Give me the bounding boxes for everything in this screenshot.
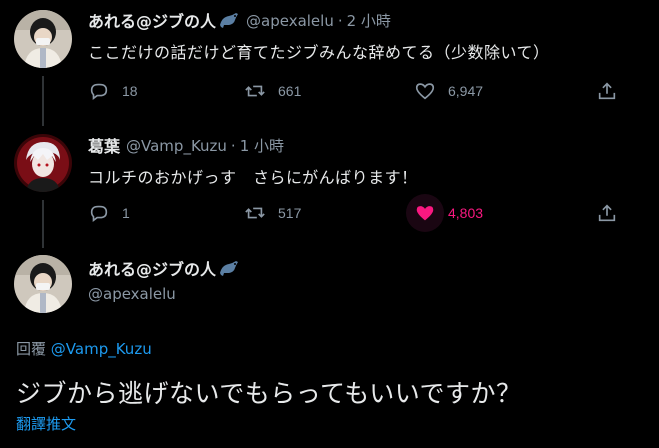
like-count: 4,803 — [448, 205, 484, 221]
reply-context: 回覆 @Vamp_Kuzu — [16, 338, 152, 359]
like-count: 6,947 — [448, 83, 484, 99]
reply-prefix: 回覆 — [16, 340, 47, 358]
thread-line — [42, 76, 44, 126]
like-highlight — [406, 194, 444, 232]
like-icon — [415, 83, 435, 100]
tweet[interactable]: あれる@ジブの人 @apexalelu · 2 小時 ここだけの話だけど育てたジブみ… — [88, 9, 659, 63]
avatar[interactable] — [14, 10, 72, 68]
reply-count: 18 — [122, 83, 138, 99]
avatar[interactable] — [14, 255, 72, 313]
translate-tweet-link[interactable]: 翻譯推文 — [16, 413, 76, 434]
tweet-text: ここだけの話だけど育てたジブみんな辞めてる（少数除いて） — [88, 43, 550, 62]
retweet-icon — [245, 85, 265, 97]
reply-button[interactable]: 1 — [88, 201, 130, 225]
share-icon — [598, 82, 616, 100]
handle[interactable]: @apexalelu — [88, 285, 176, 303]
avatar[interactable] — [14, 134, 72, 192]
share-button[interactable] — [596, 201, 630, 225]
like-button[interactable]: 4,803 — [406, 194, 484, 232]
retweet-count: 661 — [278, 83, 302, 99]
reply-icon — [90, 205, 108, 222]
timestamp[interactable]: 1 小時 — [240, 137, 284, 155]
seal-emoji-icon — [218, 11, 240, 29]
tweet[interactable]: 葛葉 @Vamp_Kuzu · 1 小時 コルチのおかげっす さらにがんばります！ — [88, 134, 659, 188]
tweet-header: 葛葉 @Vamp_Kuzu · 1 小時 — [88, 133, 659, 157]
focus-tweet-text: ジブから逃げないでもらってもいいですか？ — [16, 379, 522, 408]
like-button[interactable]: 6,947 — [414, 79, 483, 103]
reply-button[interactable]: 18 — [88, 79, 138, 103]
share-button[interactable] — [596, 79, 630, 103]
focus-header: あれる@ジブの人 — [88, 256, 240, 280]
handle[interactable]: @apexalelu — [246, 12, 334, 30]
like-icon — [416, 206, 434, 221]
tweet-header: あれる@ジブの人 @apexalelu · 2 小時 — [88, 8, 659, 32]
display-name[interactable]: 葛葉 — [88, 133, 120, 157]
reply-icon — [90, 83, 108, 100]
seal-emoji-icon — [218, 259, 240, 277]
retweet-button[interactable]: 517 — [244, 201, 301, 225]
tweet-actions: 1 517 4,803 — [88, 194, 659, 232]
timestamp[interactable]: 2 小時 — [347, 12, 391, 30]
reply-to-link[interactable]: @Vamp_Kuzu — [51, 340, 152, 358]
retweet-icon — [245, 207, 265, 219]
display-name[interactable]: あれる@ジブの人 — [88, 256, 216, 280]
separator-dot: · — [230, 136, 236, 155]
handle[interactable]: @Vamp_Kuzu — [126, 137, 227, 155]
tweet-actions: 18 661 6,947 — [88, 79, 659, 103]
reply-count: 1 — [122, 205, 130, 221]
tweet-text: コルチのおかげっす さらにがんばります！ — [88, 168, 418, 187]
share-icon — [598, 204, 616, 222]
display-name[interactable]: あれる@ジブの人 — [88, 8, 216, 32]
separator-dot: · — [337, 11, 343, 30]
thread-line — [42, 200, 44, 248]
retweet-button[interactable]: 661 — [244, 79, 301, 103]
retweet-count: 517 — [278, 205, 302, 221]
